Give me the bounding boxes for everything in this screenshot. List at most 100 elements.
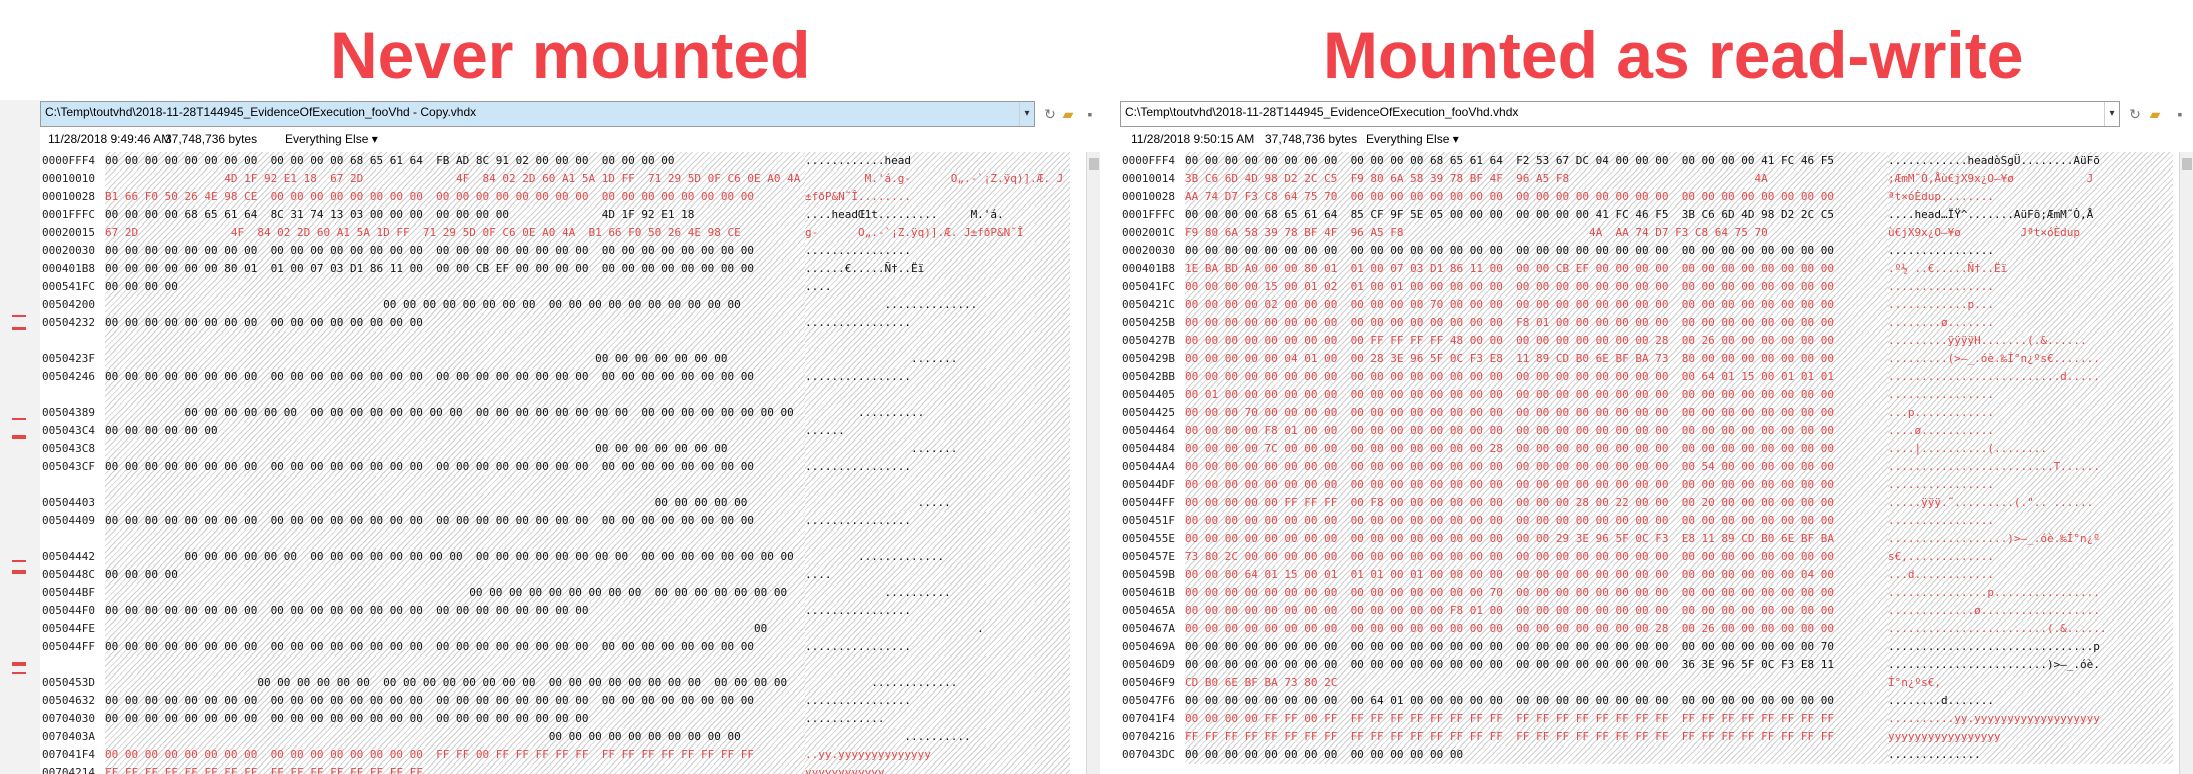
chevron-down-icon[interactable]: ▾	[2104, 102, 2119, 126]
row-hex-bytes[interactable]: 00 00 00 64 01 15 00 01 01 01 00 01 00 0…	[1185, 566, 1920, 584]
hex-row[interactable]: 0050448C 00 00 00 00....	[40, 566, 1100, 584]
row-hex-bytes[interactable]: 00 00 00 00 00 00 00 00 00 00 00 00 00 0…	[105, 548, 835, 566]
row-hex-bytes[interactable]: 00 00 00 00 68 65 61 64 8C 31 74 13 03 0…	[105, 206, 835, 224]
row-hex-bytes[interactable]: 00 00 00 00 00 00 00 00 00 00 00 00 00 0…	[105, 674, 835, 692]
row-hex-bytes[interactable]	[105, 530, 835, 548]
hex-row[interactable]: 00010028 B1 66 F0 50 26 4E 98 CE 00 00 00…	[40, 188, 1100, 206]
row-ascii[interactable]	[805, 476, 1070, 494]
row-hex-bytes[interactable]: 67 2D 4F 84 02 2D 60 A1 5A 1D FF 71 29 5…	[105, 224, 835, 242]
row-hex-bytes[interactable]: FF FF FF FF FF FF FF FF FF FF FF FF FF F…	[1185, 728, 1920, 746]
row-hex-bytes[interactable]: 00 00 00 00 F8 01 00 00 00 00 00 00 00 0…	[1185, 422, 1920, 440]
hex-row[interactable]: 00504409 00 00 00 00 00 00 00 00 00 00 00…	[40, 512, 1100, 530]
row-ascii[interactable]: ....ø...........	[1888, 422, 2173, 440]
hex-row[interactable]: 0070403A 00 00 00 00 00 00 00 00 00 00 .…	[40, 728, 1100, 746]
hex-row[interactable]: 0050451F 00 00 00 00 00 00 00 00 00 00 00…	[1120, 512, 2193, 530]
row-hex-bytes[interactable]: 00 00 00 70 00 00 00 00 00 00 00 00 00 0…	[1185, 404, 1920, 422]
row-ascii[interactable]: ......€.....Ñ†..Ëï	[805, 260, 1070, 278]
row-hex-bytes[interactable]	[105, 476, 835, 494]
row-ascii[interactable]: ................	[1888, 242, 2173, 260]
hex-row[interactable]: 0001FFFC 00 00 00 00 68 65 61 64 8C 31 74…	[40, 206, 1100, 224]
row-ascii[interactable]: ................	[1888, 278, 2173, 296]
row-hex-bytes[interactable]: 00 00 00 00 00 00 00	[105, 440, 835, 458]
hex-row[interactable]: 005046D9 00 00 00 00 00 00 00 00 00 00 00…	[1120, 656, 2193, 674]
row-hex-bytes[interactable]	[105, 656, 835, 674]
hex-row[interactable]: 005044FE 00 .	[40, 620, 1100, 638]
hex-row[interactable]: 005044FF 00 00 00 00 00 FF FF FF 00 F8 00…	[1120, 494, 2193, 512]
folder-open-icon[interactable]: ▰	[2145, 104, 2165, 124]
row-hex-bytes[interactable]: 00 00 00 00 00 00 00 00 00 00 00 00 00 0…	[1185, 746, 1920, 764]
row-hex-bytes[interactable]: 1E BA BD A0 00 00 80 01 01 00 07 03 D1 8…	[1185, 260, 1920, 278]
row-hex-bytes[interactable]: 00 00 00 00 FF FF 00 FF FF FF FF FF FF F…	[1185, 710, 1920, 728]
hex-row[interactable]: 0050455E 00 00 00 00 00 00 00 00 00 00 00…	[1120, 530, 2193, 548]
row-ascii[interactable]: ù€jX9x¿O–¥ø Jªt×óÈdup	[1888, 224, 2173, 242]
row-ascii[interactable]: ..........	[805, 404, 1070, 422]
row-ascii[interactable]: ....	[805, 566, 1070, 584]
row-ascii[interactable]: ..................)>–_.óè.‰Í°n¿º	[1888, 530, 2173, 548]
hex-row[interactable]: 00504464 00 00 00 00 F8 01 00 00 00 00 00…	[1120, 422, 2193, 440]
row-ascii[interactable]: ............	[805, 710, 1070, 728]
row-hex-bytes[interactable]: 00 00 00 00 00 00 00 00 00 00 00 00 00 0…	[105, 638, 835, 656]
row-ascii[interactable]: .............	[805, 674, 1070, 692]
row-ascii[interactable]: ................	[1888, 512, 2173, 530]
scrollbar-thumb[interactable]	[1089, 158, 1099, 170]
row-hex-bytes[interactable]: 00 00 00 00 00 00 00 00 00 00 00 00 68 6…	[105, 152, 835, 170]
row-hex-bytes[interactable]: 00 00 00 00 00 04 01 00 00 28 3E 96 5F 0…	[1185, 350, 1920, 368]
hex-row[interactable]: 00504425 00 00 00 70 00 00 00 00 00 00 00…	[1120, 404, 2193, 422]
row-hex-bytes[interactable]: CD B0 6E BF BA 73 80 2C	[1185, 674, 1920, 692]
row-ascii[interactable]: yyyyyyyyyyyyyyyyy	[1888, 728, 2173, 746]
row-hex-bytes[interactable]: 00 00 00 00 00 00 00 00 00 00 00 00 00 0…	[1185, 638, 1920, 656]
hex-row[interactable]: 0050469A 00 00 00 00 00 00 00 00 00 00 00…	[1120, 638, 2193, 656]
row-hex-bytes[interactable]: 00 00 00 00 00 00 00 00 00 00 00 00 00 0…	[105, 602, 835, 620]
row-hex-bytes[interactable]: 00 00 00 00 00 00 00 00 00 00 00 00 00 0…	[105, 692, 835, 710]
hex-row[interactable]: 0050461B 00 00 00 00 00 00 00 00 00 00 00…	[1120, 584, 2193, 602]
row-hex-bytes[interactable]: 00 00 00 00 00 00 00 00 00 00 00 00 00 0…	[105, 296, 835, 314]
hex-row[interactable]: 005044BF 00 00 00 00 00 00 00 00 00 00 0…	[40, 584, 1100, 602]
hex-row[interactable]: 0001FFFC 00 00 00 00 68 65 61 64 85 CF 9F…	[1120, 206, 2193, 224]
row-hex-bytes[interactable]: 00 00 00 00 00 00 80 01 01 00 07 03 D1 8…	[105, 260, 835, 278]
row-hex-bytes[interactable]: 00 00 00 00 00 00 00 00 00 00 00 00 00 0…	[105, 368, 835, 386]
row-hex-bytes[interactable]: 00 00 00 00 00 00 00 00 00 00 00 00 00 0…	[1185, 656, 1920, 674]
hex-row[interactable]	[40, 386, 1100, 404]
row-hex-bytes[interactable]: 73 80 2C 00 00 00 00 00 00 00 00 00 00 0…	[1185, 548, 1920, 566]
row-ascii[interactable]: ................	[805, 458, 1070, 476]
hex-row[interactable]: 00504232 00 00 00 00 00 00 00 00 00 00 00…	[40, 314, 1100, 332]
row-ascii[interactable]: ..yy.yyyyyyyyyyyyyy	[805, 746, 1070, 764]
row-hex-bytes[interactable]: 00 00 00 00 00 00 00 00 00 00	[105, 728, 835, 746]
hex-row[interactable]: 0050453D 00 00 00 00 00 00 00 00 00 00 0…	[40, 674, 1100, 692]
row-ascii[interactable]: ªt×óÈdup........	[1888, 188, 2173, 206]
hex-row[interactable]: 000401B8 00 00 00 00 00 00 80 01 01 00 07…	[40, 260, 1100, 278]
row-hex-bytes[interactable]	[105, 332, 835, 350]
row-hex-bytes[interactable]: 00 00 00 00 00 00 00	[105, 350, 835, 368]
row-ascii[interactable]: .........ÿÿÿÿH.......(.&......	[1888, 332, 2173, 350]
row-ascii[interactable]: ...p............	[1888, 404, 2173, 422]
hex-row[interactable]: 005044F0 00 00 00 00 00 00 00 00 00 00 00…	[40, 602, 1100, 620]
hex-row[interactable]: 00504442 00 00 00 00 00 00 00 00 00 00 0…	[40, 548, 1100, 566]
row-ascii[interactable]: .............	[805, 548, 1070, 566]
save-icon[interactable]: ▪	[1080, 104, 1100, 124]
row-hex-bytes[interactable]: 00 00 00 00 00 00 00 00 00 00 00 00 00 0…	[1185, 242, 1920, 260]
row-hex-bytes[interactable]: 00 00 00 00 68 65 61 64 85 CF 9F 5E 05 0…	[1185, 206, 1920, 224]
row-hex-bytes[interactable]: B1 66 F0 50 26 4E 98 CE 00 00 00 00 00 0…	[105, 188, 835, 206]
row-hex-bytes[interactable]: 00 00 00 00 00 00 00 00 00 00 00 00 00 0…	[105, 458, 835, 476]
row-ascii[interactable]: ............p...	[1888, 296, 2173, 314]
row-ascii[interactable]: ...d............	[1888, 566, 2173, 584]
hex-row[interactable]: 0002001C F9 80 6A 58 39 78 BF 4F 96 A5 F8…	[1120, 224, 2193, 242]
row-ascii[interactable]: .......	[805, 440, 1070, 458]
hex-row[interactable]: 0050465A 00 00 00 00 00 00 00 00 00 00 00…	[1120, 602, 2193, 620]
row-ascii[interactable]: ........d.......	[1888, 692, 2173, 710]
hex-row[interactable]: 00020030 00 00 00 00 00 00 00 00 00 00 00…	[40, 242, 1100, 260]
row-hex-bytes[interactable]: 00 00 00 00 15 00 01 02 01 00 01 00 00 0…	[1185, 278, 1920, 296]
row-hex-bytes[interactable]: 00 00 00 00 7C 00 00 00 00 00 00 00 00 0…	[1185, 440, 1920, 458]
row-ascii[interactable]: ................	[1888, 386, 2173, 404]
row-hex-bytes[interactable]: 00 00 00 00 00 00 00 00 00 00 00 00 00 0…	[105, 314, 835, 332]
row-ascii[interactable]: ......	[805, 422, 1070, 440]
row-hex-bytes[interactable]: 00 00 00 00	[105, 278, 835, 296]
row-ascii[interactable]: ................	[805, 638, 1070, 656]
row-hex-bytes[interactable]: 00 00 00 00 00 00 00 00 00 00 00 00 00 0…	[1185, 458, 1920, 476]
row-ascii[interactable]: ..........yy.yyyyyyyyyyyyyyyyyyy	[1888, 710, 2173, 728]
path-field[interactable]: C:\Temp\toutvhd\2018-11-28T144945_Eviden…	[40, 101, 1035, 127]
hex-row[interactable]	[40, 530, 1100, 548]
row-ascii[interactable]: ........ø.......	[1888, 314, 2173, 332]
row-hex-bytes[interactable]: 00 00 00 00 00 00 00 00 00 00 00 00 00 0…	[1185, 530, 1920, 548]
row-ascii[interactable]: .....	[805, 494, 1070, 512]
